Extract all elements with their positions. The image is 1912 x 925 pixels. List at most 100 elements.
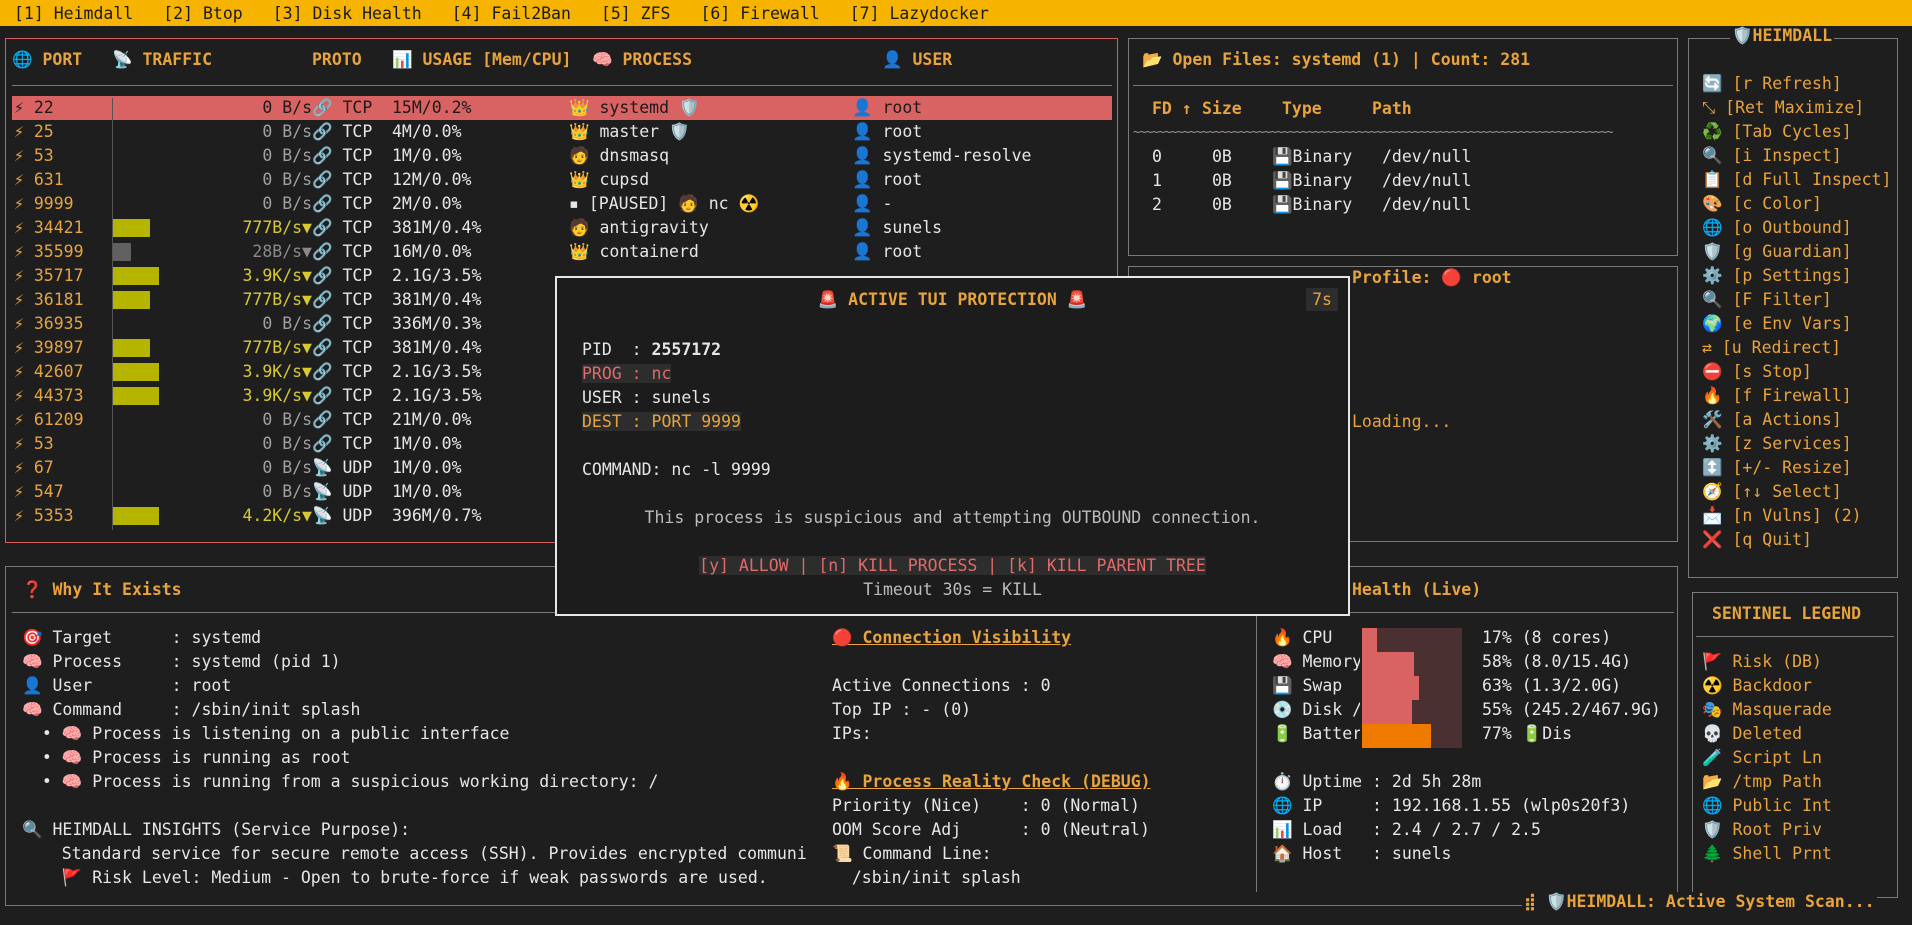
sidebar-action[interactable]: ⛔ [s Stop] <box>1702 362 1812 382</box>
col-usage-header[interactable]: 📊 USAGE [Mem/CPU] <box>392 50 572 70</box>
tab-2[interactable]: [2] Btop <box>163 4 242 23</box>
sidebar-action[interactable]: ⚙️ [z Services] <box>1702 434 1852 454</box>
port-row[interactable]: ⚡ 34421 777B/s▼ 🔗 TCP 381M/0.4% 🧑 antigravit… <box>12 216 1112 240</box>
process-cell: 👑 master 🛡️ <box>569 122 690 141</box>
port-row[interactable]: ⚡ 22 0 B/s 🔗 TCP 15M/0.2% 👑 systemd 🛡️ 👤 root <box>12 96 1112 120</box>
file-row[interactable]: 0 0B 💾Binary/dev/null <box>1142 147 1662 171</box>
legend-item: 🧪 Script Ln <box>1702 748 1822 767</box>
why-line: • 🧠 Process is running from a suspicious… <box>22 772 659 791</box>
traffic-cell: 0 B/s <box>262 410 312 429</box>
insights-title: 🔍 HEIMDALL INSIGHTS (Service Purpose): <box>22 820 411 839</box>
legend-item: 💀 Deleted <box>1702 724 1803 743</box>
file-row[interactable]: 1 0B 💾Binary/dev/null <box>1142 171 1662 195</box>
gauge-fill <box>1362 700 1412 724</box>
sidebar-action[interactable]: ❌ [q Quit] <box>1702 530 1812 550</box>
gauge-label: 🔋 Batter <box>1272 724 1360 743</box>
gauge-value: 63% (1.3/2.0G) <box>1482 676 1622 695</box>
port-row[interactable]: ⚡ 25 0 B/s 🔗 TCP 4M/0.0% 👑 master 🛡️ 👤 root <box>12 120 1112 144</box>
sidebar-action[interactable]: 📋 [d Full Inspect] <box>1702 170 1891 190</box>
port-row[interactable]: ⚡ 35599 28B/s▼ 🔗 TCP 16M/0.0% 👑 containerd 👤 … <box>12 240 1112 264</box>
profile-loading: Loading... <box>1352 412 1452 431</box>
sidebar-action[interactable]: ⚙️ [p Settings] <box>1702 266 1852 286</box>
process-cell: 👑 cupsd <box>569 170 650 189</box>
col-traffic-header[interactable]: 📡 TRAFFIC <box>112 50 212 70</box>
tab-5[interactable]: [5] ZFS <box>601 4 671 23</box>
type-cell: 💾Binary <box>1272 147 1353 166</box>
sidebar-action[interactable]: 🔍 [F Filter] <box>1702 290 1832 310</box>
fd-cell: 1 <box>1152 171 1162 190</box>
ips-label: IPs: <box>832 724 872 743</box>
sidebar-action[interactable]: 🔥 [f Firewall] <box>1702 386 1852 406</box>
col-port-header[interactable]: 🌐 PORT <box>12 50 82 70</box>
tab-6[interactable]: [6] Firewall <box>700 4 819 23</box>
gauge-value: 17% (8 cores) <box>1482 628 1612 647</box>
proto-cell: 📡 UDP <box>312 482 373 501</box>
sidebar-action[interactable]: ⇄ [u Redirect] <box>1702 338 1841 357</box>
gauge-fill <box>1362 628 1377 652</box>
port-cell: ⚡ 34421 <box>14 218 84 237</box>
size-header[interactable]: Size <box>1202 99 1242 118</box>
port-row[interactable]: ⚡ 9999 0 B/s 🔗 TCP 2M/0.0% ▪ [PAUSED] 🧑 nc ☢… <box>12 192 1112 216</box>
file-row[interactable]: 2 0B 💾Binary/dev/null <box>1142 195 1662 219</box>
modal-title: 🚨 ACTIVE TUI PROTECTION 🚨 <box>817 290 1088 309</box>
process-cell: 👑 systemd 🛡️ <box>569 98 700 117</box>
sidebar-action[interactable]: 🔍 [i Inspect] <box>1702 146 1842 166</box>
open-files-separator: ~~~~~~~~~~~~~~~~~~~~~~~~~~~~~~~~~~~~~~~~… <box>1133 125 1613 139</box>
tab-7[interactable]: [7] Lazydocker <box>850 4 989 23</box>
usage-cell: 381M/0.4% <box>392 290 482 309</box>
usage-cell: 2.1G/3.5% <box>392 362 482 381</box>
sidebar-action[interactable]: 🌍 [e Env Vars] <box>1702 314 1852 334</box>
sidebar-action[interactable]: 🎨 [c Color] <box>1702 194 1822 214</box>
port-cell: ⚡ 53 <box>14 146 54 165</box>
proto-cell: 🔗 TCP <box>312 290 373 309</box>
proto-cell: 🔗 TCP <box>312 434 373 453</box>
pid-value: 2557172 <box>651 340 722 359</box>
modal-actions[interactable]: [y] ALLOW | [n] KILL PROCESS | [k] KILL … <box>699 556 1206 575</box>
sidebar-action[interactable]: 📩 [n Vulns] (2) <box>1702 506 1862 526</box>
type-header[interactable]: Type <box>1282 99 1322 118</box>
sidebar-action[interactable]: 🔄 [r Refresh] <box>1702 74 1842 94</box>
sidebar-action[interactable]: 🛡️ [g Guardian] <box>1702 242 1852 262</box>
command-line: COMMAND: nc -l 9999 <box>582 460 771 479</box>
why-line: • 🧠 Process is listening on a public int… <box>22 724 510 743</box>
tab-4[interactable]: [4] Fail2Ban <box>452 4 571 23</box>
traffic-cell: 777B/s▼ <box>242 218 312 237</box>
why-line: 🧠 Process : systemd (pid 1) <box>22 652 341 671</box>
sidebar-action[interactable]: 🛠️ [a Actions] <box>1702 410 1842 430</box>
gauge-fill <box>1362 652 1414 676</box>
proto-cell: 🔗 TCP <box>312 338 373 357</box>
process-cell: 🧑 dnsmasq <box>569 146 670 165</box>
sidebar-action[interactable]: ♻️ [Tab Cycles] <box>1702 122 1852 142</box>
sidebar-action[interactable]: 🌐 [o Outbound] <box>1702 218 1852 238</box>
sidebar-action[interactable]: ⤡ [Ret Maximize] <box>1702 98 1864 118</box>
size-cell: 0B <box>1212 171 1232 190</box>
port-cell: ⚡ 35599 <box>14 242 84 261</box>
gauge-label: 💾 Swap <box>1272 676 1343 695</box>
col-user-header[interactable]: 👤 USER <box>882 50 952 70</box>
fd-header[interactable]: FD ↑ <box>1152 99 1192 118</box>
col-proto-header[interactable]: PROTO <box>312 50 362 69</box>
protection-modal[interactable]: 🚨 ACTIVE TUI PROTECTION 🚨 7s PID : 25571… <box>555 276 1350 616</box>
sidebar-action[interactable]: ↕️ [+/- Resize] <box>1702 458 1852 478</box>
usage-cell: 396M/0.7% <box>392 506 482 525</box>
col-process-header[interactable]: 🧠 PROCESS <box>592 50 692 70</box>
traffic-cell: 777B/s▼ <box>242 338 312 357</box>
proto-cell: 🔗 TCP <box>312 386 373 405</box>
traffic-cell: 3.9K/s▼ <box>242 266 312 285</box>
port-cell: ⚡ 36181 <box>14 290 84 309</box>
port-cell: ⚡ 61209 <box>14 410 84 429</box>
tab-3[interactable]: [3] Disk Health <box>273 4 422 23</box>
port-row[interactable]: ⚡ 53 0 B/s 🔗 TCP 1M/0.0% 🧑 dnsmasq 👤 systemd-… <box>12 144 1112 168</box>
legend-title: SENTINEL LEGEND <box>1712 604 1862 623</box>
port-row[interactable]: ⚡ 631 0 B/s 🔗 TCP 12M/0.0% 👑 cupsd 👤 root <box>12 168 1112 192</box>
path-header[interactable]: Path <box>1372 99 1412 118</box>
sidebar-action[interactable]: 🧭 [↑↓ Select] <box>1702 482 1842 502</box>
user-cell: 👤 root <box>852 170 923 189</box>
traffic-cell: 0 B/s <box>262 314 312 333</box>
proto-cell: 🔗 TCP <box>312 218 373 237</box>
port-cell: ⚡ 631 <box>14 170 64 189</box>
legend-item: 📂 /tmp Path <box>1702 772 1822 791</box>
gauge-label: 🧠 Memory <box>1272 652 1360 671</box>
usage-cell: 1M/0.0% <box>392 458 462 477</box>
tab-1[interactable]: [1] Heimdall <box>14 4 133 23</box>
